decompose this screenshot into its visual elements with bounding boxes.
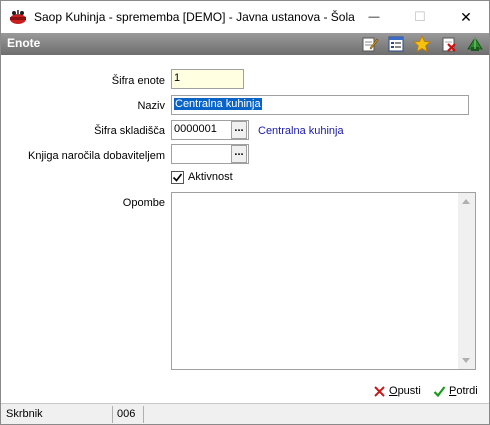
confirm-button[interactable]: Potrdi — [433, 381, 478, 401]
delete-icon[interactable] — [440, 35, 458, 53]
status-bar: Skrbnik 006 — [1, 403, 489, 424]
knjiga-lookup-button[interactable]: ... — [231, 145, 247, 163]
title-bar: Saop Kuhinja - sprememba [DEMO] - Javna … — [1, 1, 489, 33]
close-button[interactable]: ✕ — [443, 1, 489, 33]
minimize-button[interactable]: — — [351, 1, 397, 33]
status-user: Skrbnik — [3, 406, 113, 423]
opombe-textarea[interactable] — [171, 192, 476, 370]
exit-icon[interactable] — [466, 35, 484, 53]
favorite-star-icon[interactable] — [413, 35, 431, 53]
app-window: Saop Kuhinja - sprememba [DEMO] - Javna … — [0, 0, 490, 425]
status-code: 006 — [114, 406, 144, 423]
close-icon: ✕ — [460, 8, 472, 25]
minimize-icon: — — [368, 11, 380, 23]
sifra-enote-field[interactable]: 1 — [171, 69, 244, 89]
edit-icon[interactable] — [361, 35, 379, 53]
page-title: Enote — [7, 36, 41, 50]
cancel-button-label: pusti — [397, 385, 421, 397]
window-title: Saop Kuhinja - sprememba [DEMO] - Javna … — [34, 10, 355, 24]
opombe-scrollbar[interactable] — [458, 193, 475, 369]
knjiga-label: Knjiga naročila dobaviteljem — [28, 150, 165, 162]
skladisce-name-link[interactable]: Centralna kuhinja — [258, 125, 344, 137]
scroll-down-icon[interactable] — [462, 358, 470, 363]
status-empty — [145, 406, 487, 423]
sifra-skladisca-label: Šifra skladišča — [94, 125, 165, 137]
sifra-enote-value: 1 — [174, 72, 181, 84]
sifra-skladisca-value: 0000001 — [174, 123, 217, 135]
maximize-icon: ☐ — [414, 9, 426, 24]
naziv-label: Naziv — [137, 100, 165, 112]
aktivnost-checkbox[interactable] — [171, 171, 184, 184]
sifra-skladisca-lookup-button[interactable]: ... — [231, 121, 247, 139]
naziv-value: Centralna kuhinja — [174, 98, 262, 110]
confirm-button-label: otrdi — [456, 385, 478, 397]
cancel-x-icon — [374, 385, 385, 397]
scroll-up-icon[interactable] — [462, 199, 470, 204]
app-logo-icon — [10, 10, 26, 24]
opombe-label: Opombe — [122, 197, 165, 209]
checkmark-icon — [172, 173, 183, 182]
header-bar: Enote — [1, 33, 489, 55]
aktivnost-label: Aktivnost — [188, 171, 233, 183]
checkmark-green-icon — [433, 385, 446, 397]
maximize-button[interactable]: ☐ — [397, 1, 443, 33]
cancel-button[interactable]: Opusti — [373, 381, 421, 401]
list-icon[interactable] — [387, 35, 405, 53]
naziv-field[interactable]: Centralna kuhinja — [171, 95, 469, 115]
sifra-enote-label: Šifra enote — [111, 75, 165, 87]
form-area: Šifra enote 1 Naziv Centralna kuhinja Ši… — [1, 55, 489, 403]
cancel-button-mnemonic: O — [389, 385, 398, 397]
confirm-button-mnemonic: P — [449, 385, 457, 397]
